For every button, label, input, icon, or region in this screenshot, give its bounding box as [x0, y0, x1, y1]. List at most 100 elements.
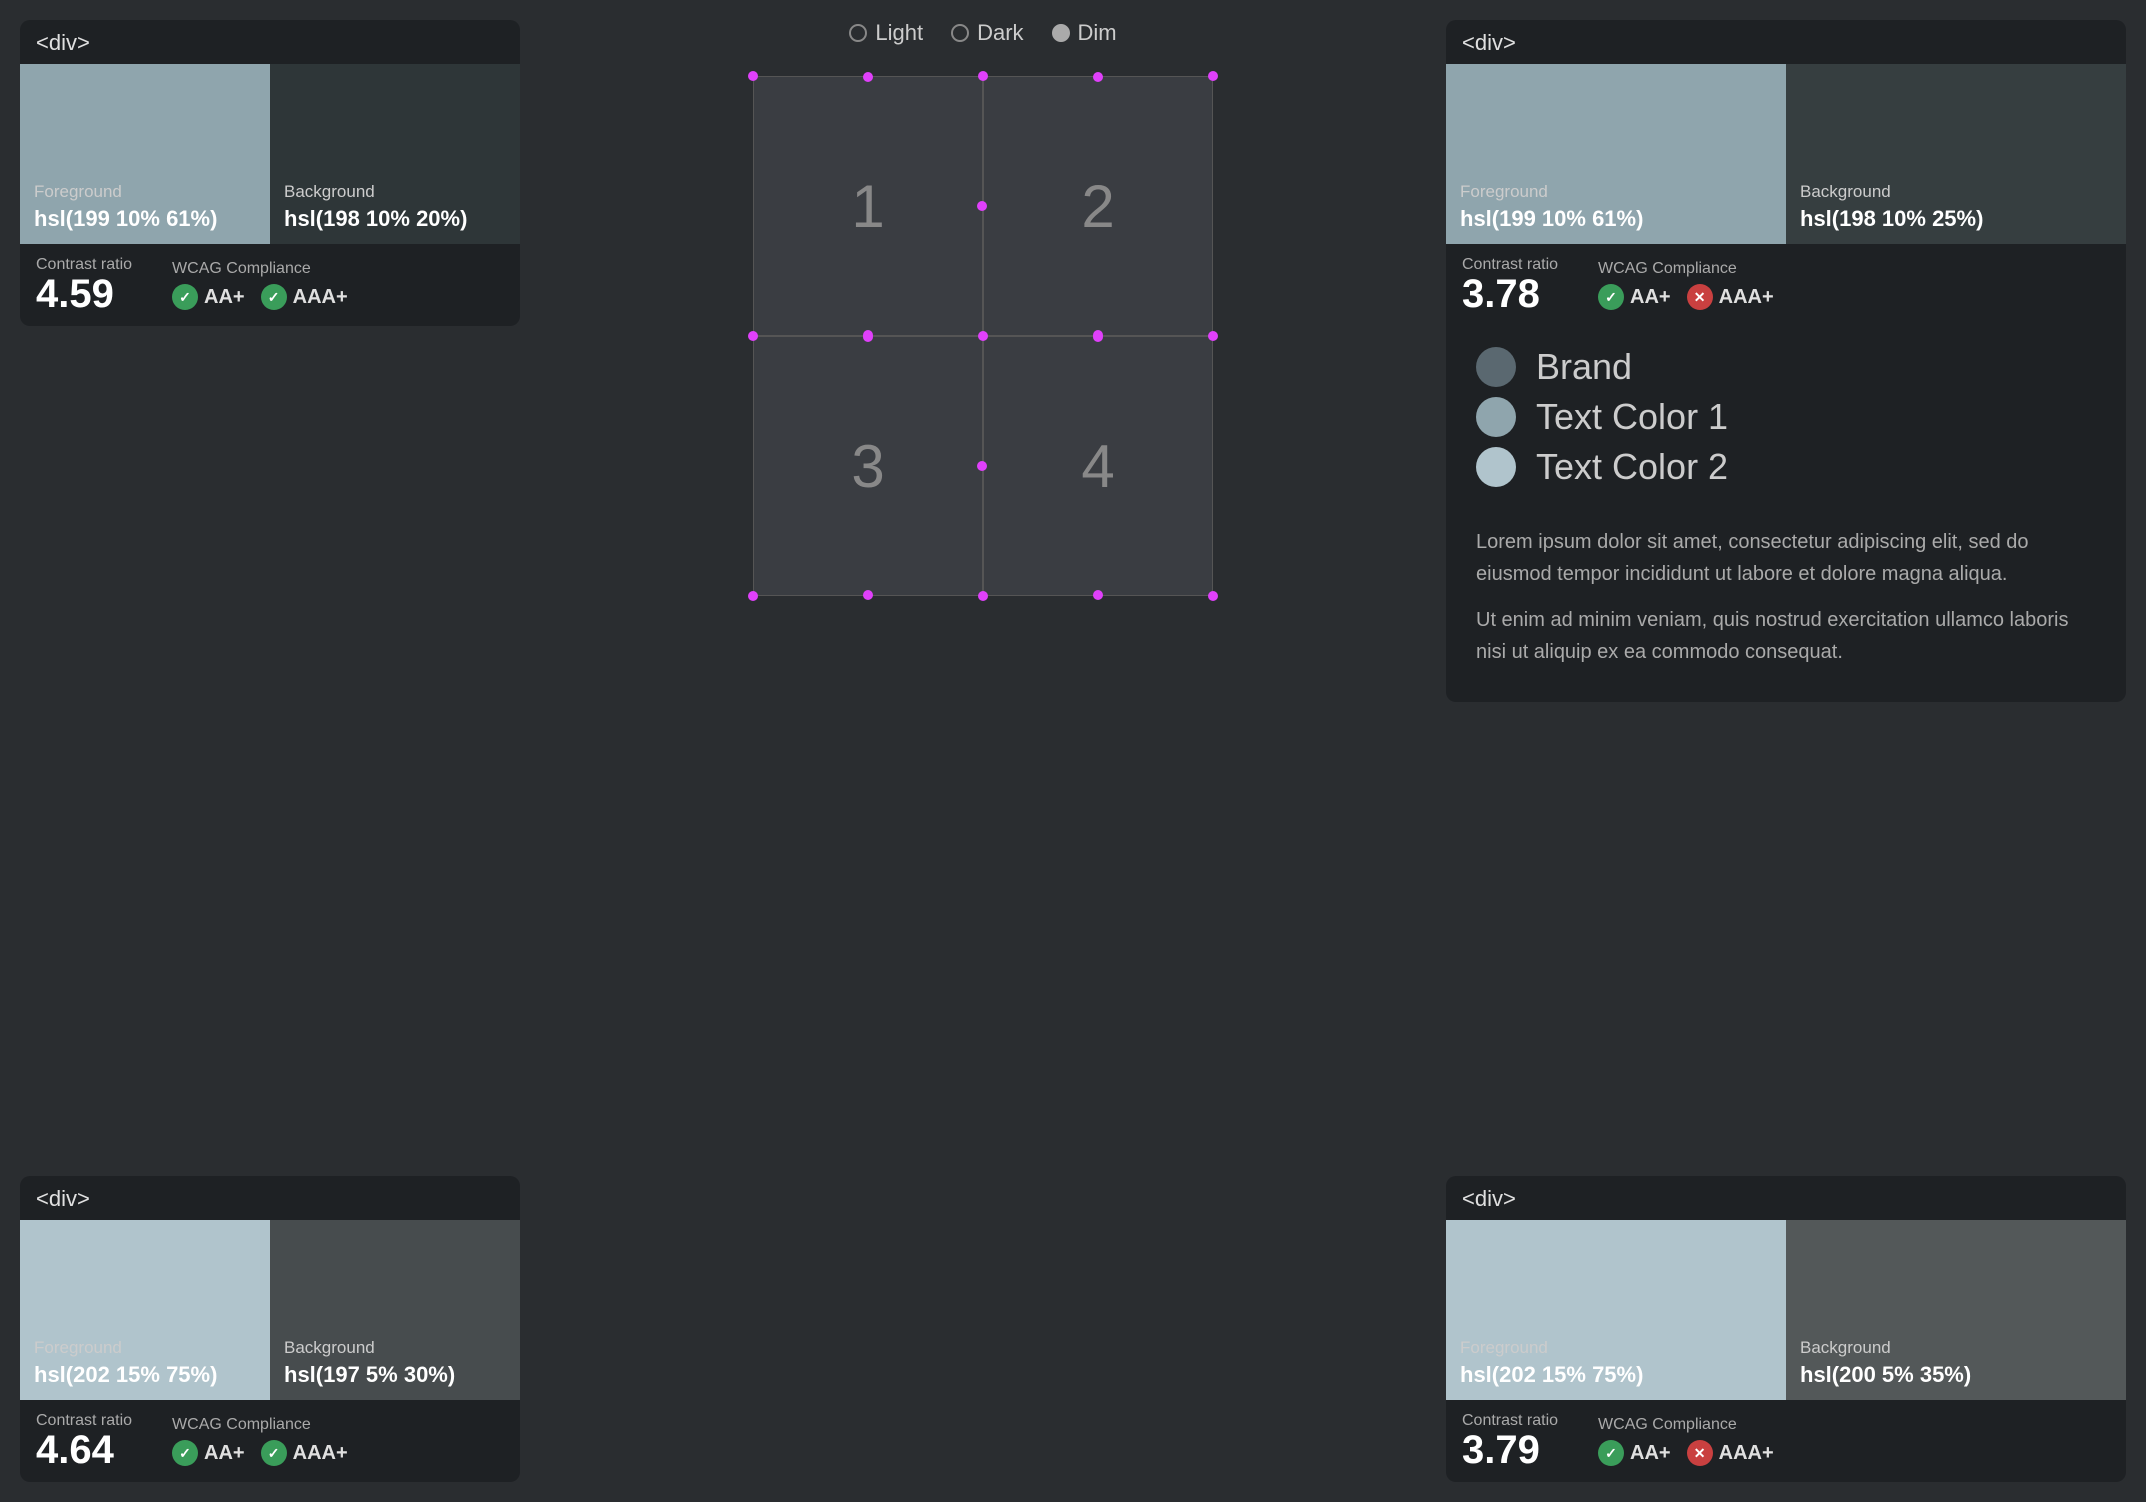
grid-box-1-label: 1: [851, 172, 884, 241]
bottom-right-wcag-label: WCAG Compliance: [1598, 1416, 1774, 1434]
bottom-left-aa-icon: ✓: [172, 1440, 198, 1466]
top-right-card: <div> Foreground hsl(199 10% 61%) Backgr…: [1446, 20, 2126, 702]
dot-4-bc: [1093, 590, 1103, 600]
bottom-left-aaa-badge: ✓ AAA+: [261, 1440, 348, 1466]
bottom-right-aaa-icon: ✕: [1687, 1440, 1713, 1466]
top-right-bg-value: hsl(198 10% 25%): [1800, 206, 2112, 232]
radio-dark[interactable]: [951, 24, 969, 42]
top-right-footer: Contrast ratio 3.78 WCAG Compliance ✓ AA…: [1446, 244, 2126, 326]
radio-light[interactable]: [849, 24, 867, 42]
top-right-aaa-icon: ✕: [1687, 284, 1713, 310]
top-right-wcag-label: WCAG Compliance: [1598, 260, 1774, 278]
dot-br: [1208, 591, 1218, 601]
theme-dark-label: Dark: [977, 20, 1023, 46]
top-right-badges: ✓ AA+ ✕ AAA+: [1598, 284, 1774, 310]
bottom-left-swatches: Foreground hsl(202 15% 75%) Background h…: [20, 1220, 520, 1400]
bottom-left-badges: ✓ AA+ ✓ AAA+: [172, 1440, 348, 1466]
top-right-wcag: WCAG Compliance ✓ AA+ ✕ AAA+: [1598, 260, 1774, 310]
bottom-left-fg-swatch: Foreground hsl(202 15% 75%): [20, 1220, 270, 1400]
dot-3-mr: [977, 461, 987, 471]
top-left-fg-label: Foreground: [34, 182, 256, 202]
bottom-right-card: <div> Foreground hsl(202 15% 75%) Backgr…: [1446, 1176, 2126, 1482]
lorem-paragraph-2: Ut enim ad minim veniam, quis nostrud ex…: [1476, 604, 2096, 668]
bottom-right-aaa-text: AAA+: [1719, 1442, 1774, 1465]
grid-box-4: 4: [983, 336, 1213, 596]
dot-1-mr: [977, 201, 987, 211]
top-right-contrast: Contrast ratio 3.78: [1462, 256, 1558, 314]
top-right-area: <div> Foreground hsl(199 10% 61%) Backgr…: [1426, 0, 2146, 722]
top-right-swatches: Foreground hsl(199 10% 61%) Background h…: [1446, 64, 2126, 244]
bottom-right-badges: ✓ AA+ ✕ AAA+: [1598, 1440, 1774, 1466]
legend-area: Brand Text Color 1 Text Color 2: [1446, 326, 2126, 516]
top-left-card: <div> Foreground hsl(199 10% 61%) Backgr…: [20, 20, 520, 326]
bottom-right-aa-icon: ✓: [1598, 1440, 1624, 1466]
top-left-bg-swatch: Background hsl(198 10% 20%): [270, 64, 520, 244]
grid-box-2-label: 2: [1081, 172, 1114, 241]
top-right-bg-swatch: Background hsl(198 10% 25%): [1786, 64, 2126, 244]
grid-box-3-label: 3: [851, 432, 884, 501]
top-right-aaa-text: AAA+: [1719, 286, 1774, 309]
top-left-contrast-value: 4.59: [36, 274, 132, 314]
top-right-contrast-value: 3.78: [1462, 274, 1558, 314]
theme-dark[interactable]: Dark: [951, 20, 1023, 46]
main-layout: <div> Foreground hsl(199 10% 61%) Backgr…: [0, 0, 2146, 1502]
grid-box-4-label: 4: [1081, 432, 1114, 501]
bottom-left-fg-value: hsl(202 15% 75%): [34, 1362, 256, 1388]
top-left-fg-swatch: Foreground hsl(199 10% 61%): [20, 64, 270, 244]
bottom-right-bg-label: Background: [1800, 1338, 2112, 1358]
top-left-tag: <div>: [20, 20, 520, 64]
top-right-aa-badge: ✓ AA+: [1598, 284, 1671, 310]
grid-box-2: 2: [983, 76, 1213, 336]
top-left-aaa-text: AAA+: [293, 286, 348, 309]
top-left-aa-badge: ✓ AA+: [172, 284, 245, 310]
dot-tr: [1208, 71, 1218, 81]
dot-tl: [748, 71, 758, 81]
top-left-bg-value: hsl(198 10% 20%): [284, 206, 506, 232]
top-left-footer: Contrast ratio 4.59 WCAG Compliance ✓ AA…: [20, 244, 520, 326]
theme-light-label: Light: [875, 20, 923, 46]
legend-item-text2: Text Color 2: [1476, 446, 2096, 488]
bottom-left-area: <div> Foreground hsl(202 15% 75%) Backgr…: [0, 1156, 540, 1502]
bottom-right-bg-swatch: Background hsl(200 5% 35%): [1786, 1220, 2126, 1400]
legend-item-brand: Brand: [1476, 346, 2096, 388]
grid-box-1: 1: [753, 76, 983, 336]
top-right-fg-swatch: Foreground hsl(199 10% 61%): [1446, 64, 1786, 244]
bottom-left-aa-badge: ✓ AA+: [172, 1440, 245, 1466]
bottom-left-aaa-text: AAA+: [293, 1442, 348, 1465]
legend-circle-text2: [1476, 447, 1516, 487]
bottom-left-wcag-label: WCAG Compliance: [172, 1416, 348, 1434]
top-right-aa-icon: ✓: [1598, 284, 1624, 310]
bottom-left-card: <div> Foreground hsl(202 15% 75%) Backgr…: [20, 1176, 520, 1482]
bottom-left-aa-text: AA+: [204, 1442, 245, 1465]
theme-dim[interactable]: Dim: [1052, 20, 1117, 46]
top-left-area: <div> Foreground hsl(199 10% 61%) Backgr…: [0, 0, 540, 722]
dot-cc: [978, 331, 988, 341]
bottom-right-swatches: Foreground hsl(202 15% 75%) Background h…: [1446, 1220, 2126, 1400]
bottom-right-tag: <div>: [1446, 1176, 2126, 1220]
radio-dim[interactable]: [1052, 24, 1070, 42]
top-left-wcag-label: WCAG Compliance: [172, 260, 348, 278]
top-left-fg-value: hsl(199 10% 61%): [34, 206, 256, 232]
top-left-wcag: WCAG Compliance ✓ AA+ ✓ AAA+: [172, 260, 348, 310]
top-right-fg-label: Foreground: [1460, 182, 1772, 202]
bottom-left-bg-swatch: Background hsl(197 5% 30%): [270, 1220, 520, 1400]
top-left-contrast: Contrast ratio 4.59: [36, 256, 132, 314]
bottom-left-bg-value: hsl(197 5% 30%): [284, 1362, 506, 1388]
dot-3-tc: [863, 332, 873, 342]
grid-box-3: 3: [753, 336, 983, 596]
dot-tc: [978, 71, 988, 81]
legend-circle-text1: [1476, 397, 1516, 437]
dot-bl: [748, 591, 758, 601]
bottom-left-contrast-value: 4.64: [36, 1430, 132, 1470]
bottom-right-area: <div> Foreground hsl(202 15% 75%) Backgr…: [1426, 1156, 2146, 1502]
top-right-aa-text: AA+: [1630, 286, 1671, 309]
bottom-right-fg-swatch: Foreground hsl(202 15% 75%): [1446, 1220, 1786, 1400]
lorem-paragraph-1: Lorem ipsum dolor sit amet, consectetur …: [1476, 526, 2096, 590]
top-left-bg-label: Background: [284, 182, 506, 202]
top-left-aaa-icon: ✓: [261, 284, 287, 310]
dot-1-tc: [863, 72, 873, 82]
bottom-left-aaa-icon: ✓: [261, 1440, 287, 1466]
bottom-right-fg-label: Foreground: [1460, 1338, 1772, 1358]
legend-label-text2: Text Color 2: [1536, 446, 1728, 488]
theme-light[interactable]: Light: [849, 20, 923, 46]
